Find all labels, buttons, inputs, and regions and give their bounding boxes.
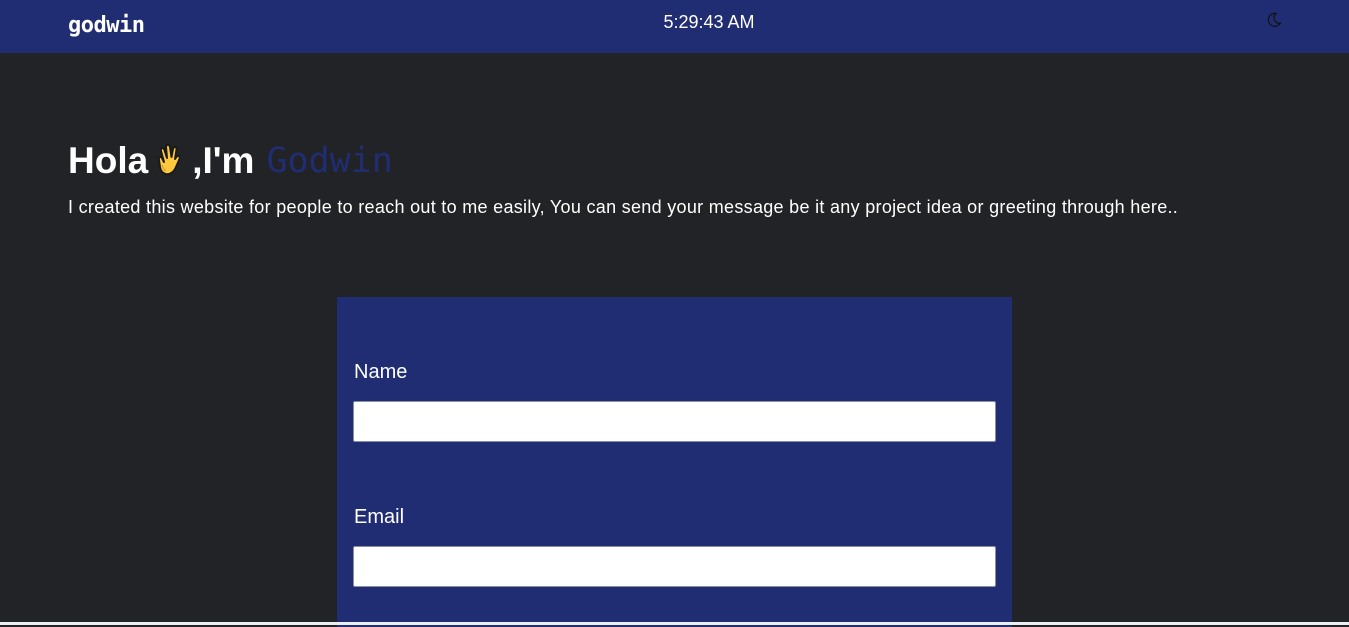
email-label: Email: [354, 506, 405, 528]
name-label: Name: [354, 361, 408, 383]
contact-form: Name Email: [337, 297, 1012, 627]
im-text: ,I'm: [192, 140, 255, 181]
moon-icon[interactable]: [1266, 12, 1282, 28]
email-field[interactable]: [353, 546, 996, 587]
clock-display: 5:29:43 AM: [663, 12, 755, 32]
hero-heading: Hola ,I'm Godwin: [68, 140, 393, 182]
hero-subtitle: I created this website for people to rea…: [68, 197, 1179, 217]
waving-hand-icon: [150, 141, 190, 181]
greeting-text: Hola: [68, 140, 149, 181]
top-navbar: godwin 5:29:43 AM: [0, 0, 1349, 53]
name-field[interactable]: [353, 401, 996, 442]
hero-name: Godwin: [266, 141, 393, 181]
